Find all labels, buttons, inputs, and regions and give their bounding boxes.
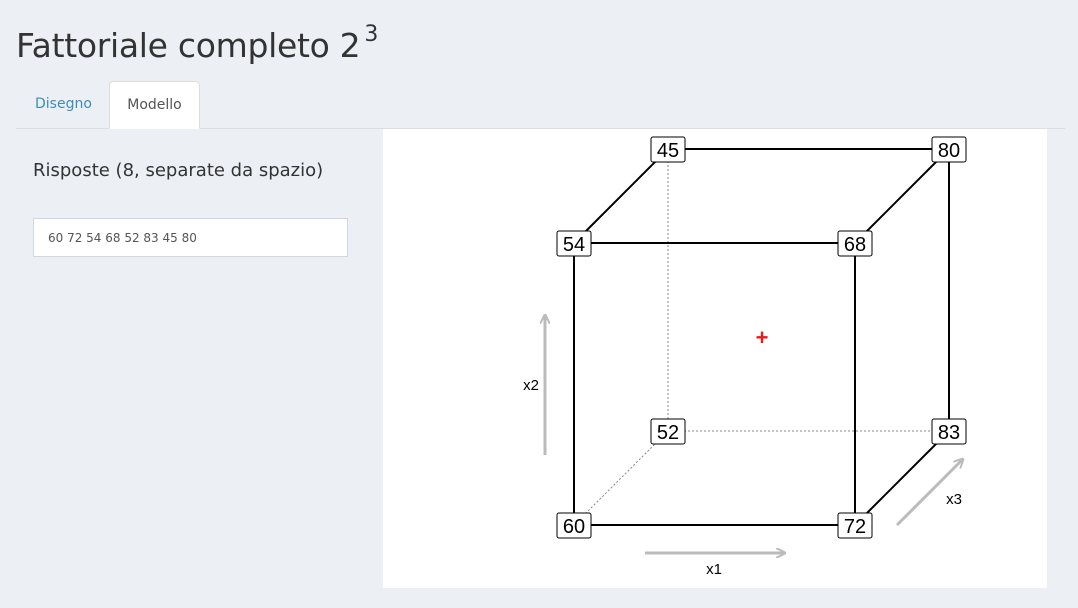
vertex-value: 68 [844, 234, 866, 256]
responses-input[interactable] [33, 218, 348, 257]
page-title-exponent: 3 [364, 22, 379, 47]
vertex-label-front-bottom-left: 60 [556, 512, 592, 539]
edge-depth-top-right [854, 148, 950, 244]
tab-modello[interactable]: Modello [109, 81, 200, 129]
edge-depth-top-left [573, 148, 669, 244]
edge-depth-bottom-right [854, 430, 950, 526]
cube-plot: x1 x2 x3 + 60 72 54 68 52 83 45 80 [523, 136, 967, 578]
vertex-label-back-top-left: 45 [650, 136, 686, 163]
vertex-label-back-top-right: 80 [931, 136, 967, 163]
vertex-label-back-bottom-left: 52 [650, 418, 686, 445]
vertex-value: 45 [657, 140, 679, 162]
vertex-label-front-top-left: 54 [556, 230, 592, 257]
cube-plot-panel: x1 x2 x3 + 60 72 54 68 52 83 45 80 [383, 129, 1047, 588]
vertex-label-front-bottom-right: 72 [837, 512, 873, 539]
x2-axis-label: x2 [523, 377, 539, 394]
x1-axis-label: x1 [706, 561, 722, 578]
page-title-text: Fattoriale completo 2 [16, 26, 361, 65]
vertex-value: 60 [563, 516, 585, 538]
center-marker: + [756, 325, 769, 350]
page-title: Fattoriale completo 23 [16, 22, 378, 65]
x3-axis-label: x3 [946, 491, 962, 508]
tab-disegno[interactable]: Disegno [18, 81, 109, 128]
vertex-value: 72 [844, 516, 866, 538]
responses-label: Risposte (8, separate da spazio) [33, 160, 324, 181]
vertex-label-front-top-right: 68 [837, 230, 873, 257]
vertex-label-back-bottom-right: 83 [931, 418, 967, 445]
vertex-value: 52 [657, 422, 679, 444]
hidden-edge-depth-bottom-left [573, 430, 669, 526]
tab-bar: Disegno Modello [16, 81, 1065, 129]
vertex-value: 80 [938, 140, 960, 162]
vertex-value: 83 [938, 422, 960, 444]
vertex-value: 54 [563, 234, 585, 256]
